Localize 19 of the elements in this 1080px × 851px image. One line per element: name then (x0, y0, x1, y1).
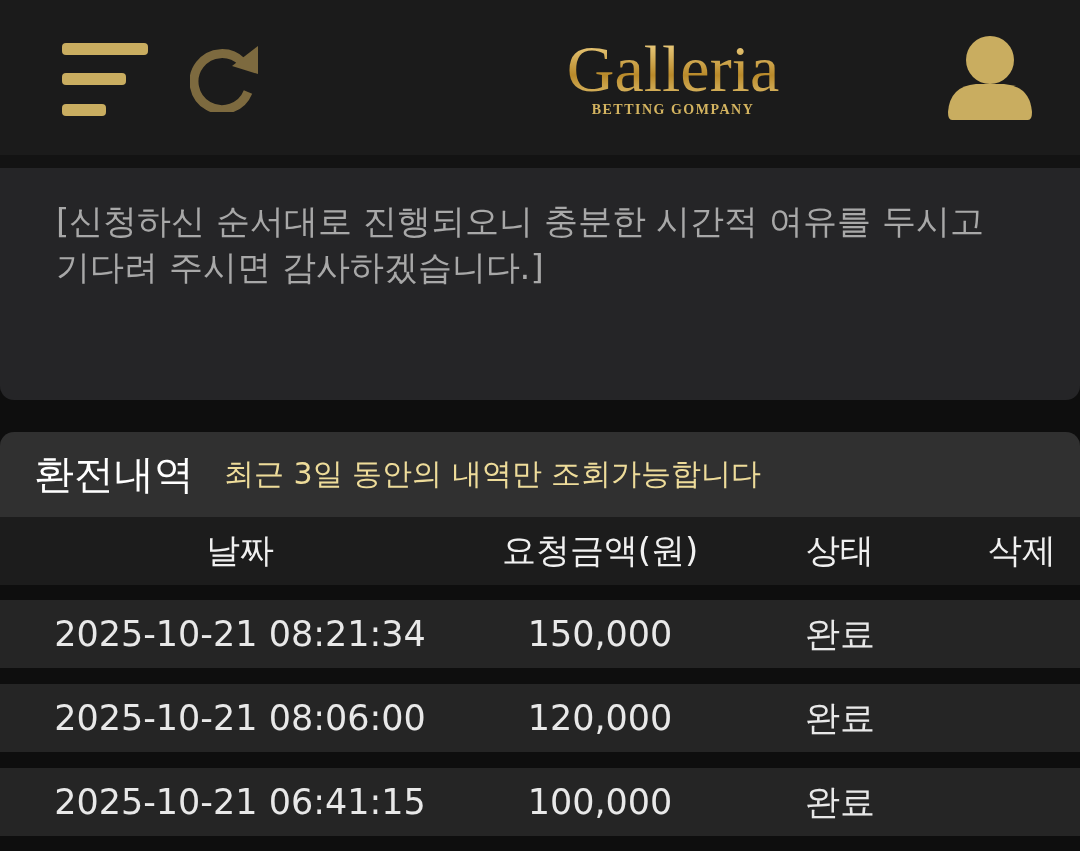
refresh-icon[interactable] (190, 43, 260, 112)
status-cell-text: 완료 (804, 780, 876, 824)
date-cell-text: 2025-10-21 08:21:34 (53, 614, 427, 654)
column-header: 삭제 (987, 529, 1057, 572)
column-header: 날짜 (205, 529, 275, 572)
amount-cell-text: 150,000 (526, 614, 674, 654)
menu-icon[interactable] (62, 42, 148, 117)
section-title: 환전내역 (34, 450, 194, 499)
notice-text: [신청하신 순서대로 진행되오니 충분한 시간적 여유를 두시고 기다려 주시면 감사하겠습니다.] (56, 200, 986, 289)
amount-cell-text: 100,000 (526, 782, 674, 822)
status-cell-text: 완료 (804, 696, 876, 740)
amount-cell-text: 120,000 (526, 698, 674, 738)
status-cell-text: 완료 (804, 612, 876, 656)
column-header: 요청금액(원) (500, 529, 700, 572)
section-note: 최근 3일 동안의 내역만 조회가능합니다 (224, 455, 762, 493)
column-header: 상태 (805, 529, 875, 572)
date-cell-text: 2025-10-21 08:06:00 (53, 698, 427, 738)
date-cell-text: 2025-10-21 06:41:15 (53, 782, 427, 822)
user-icon[interactable] (948, 35, 1032, 120)
